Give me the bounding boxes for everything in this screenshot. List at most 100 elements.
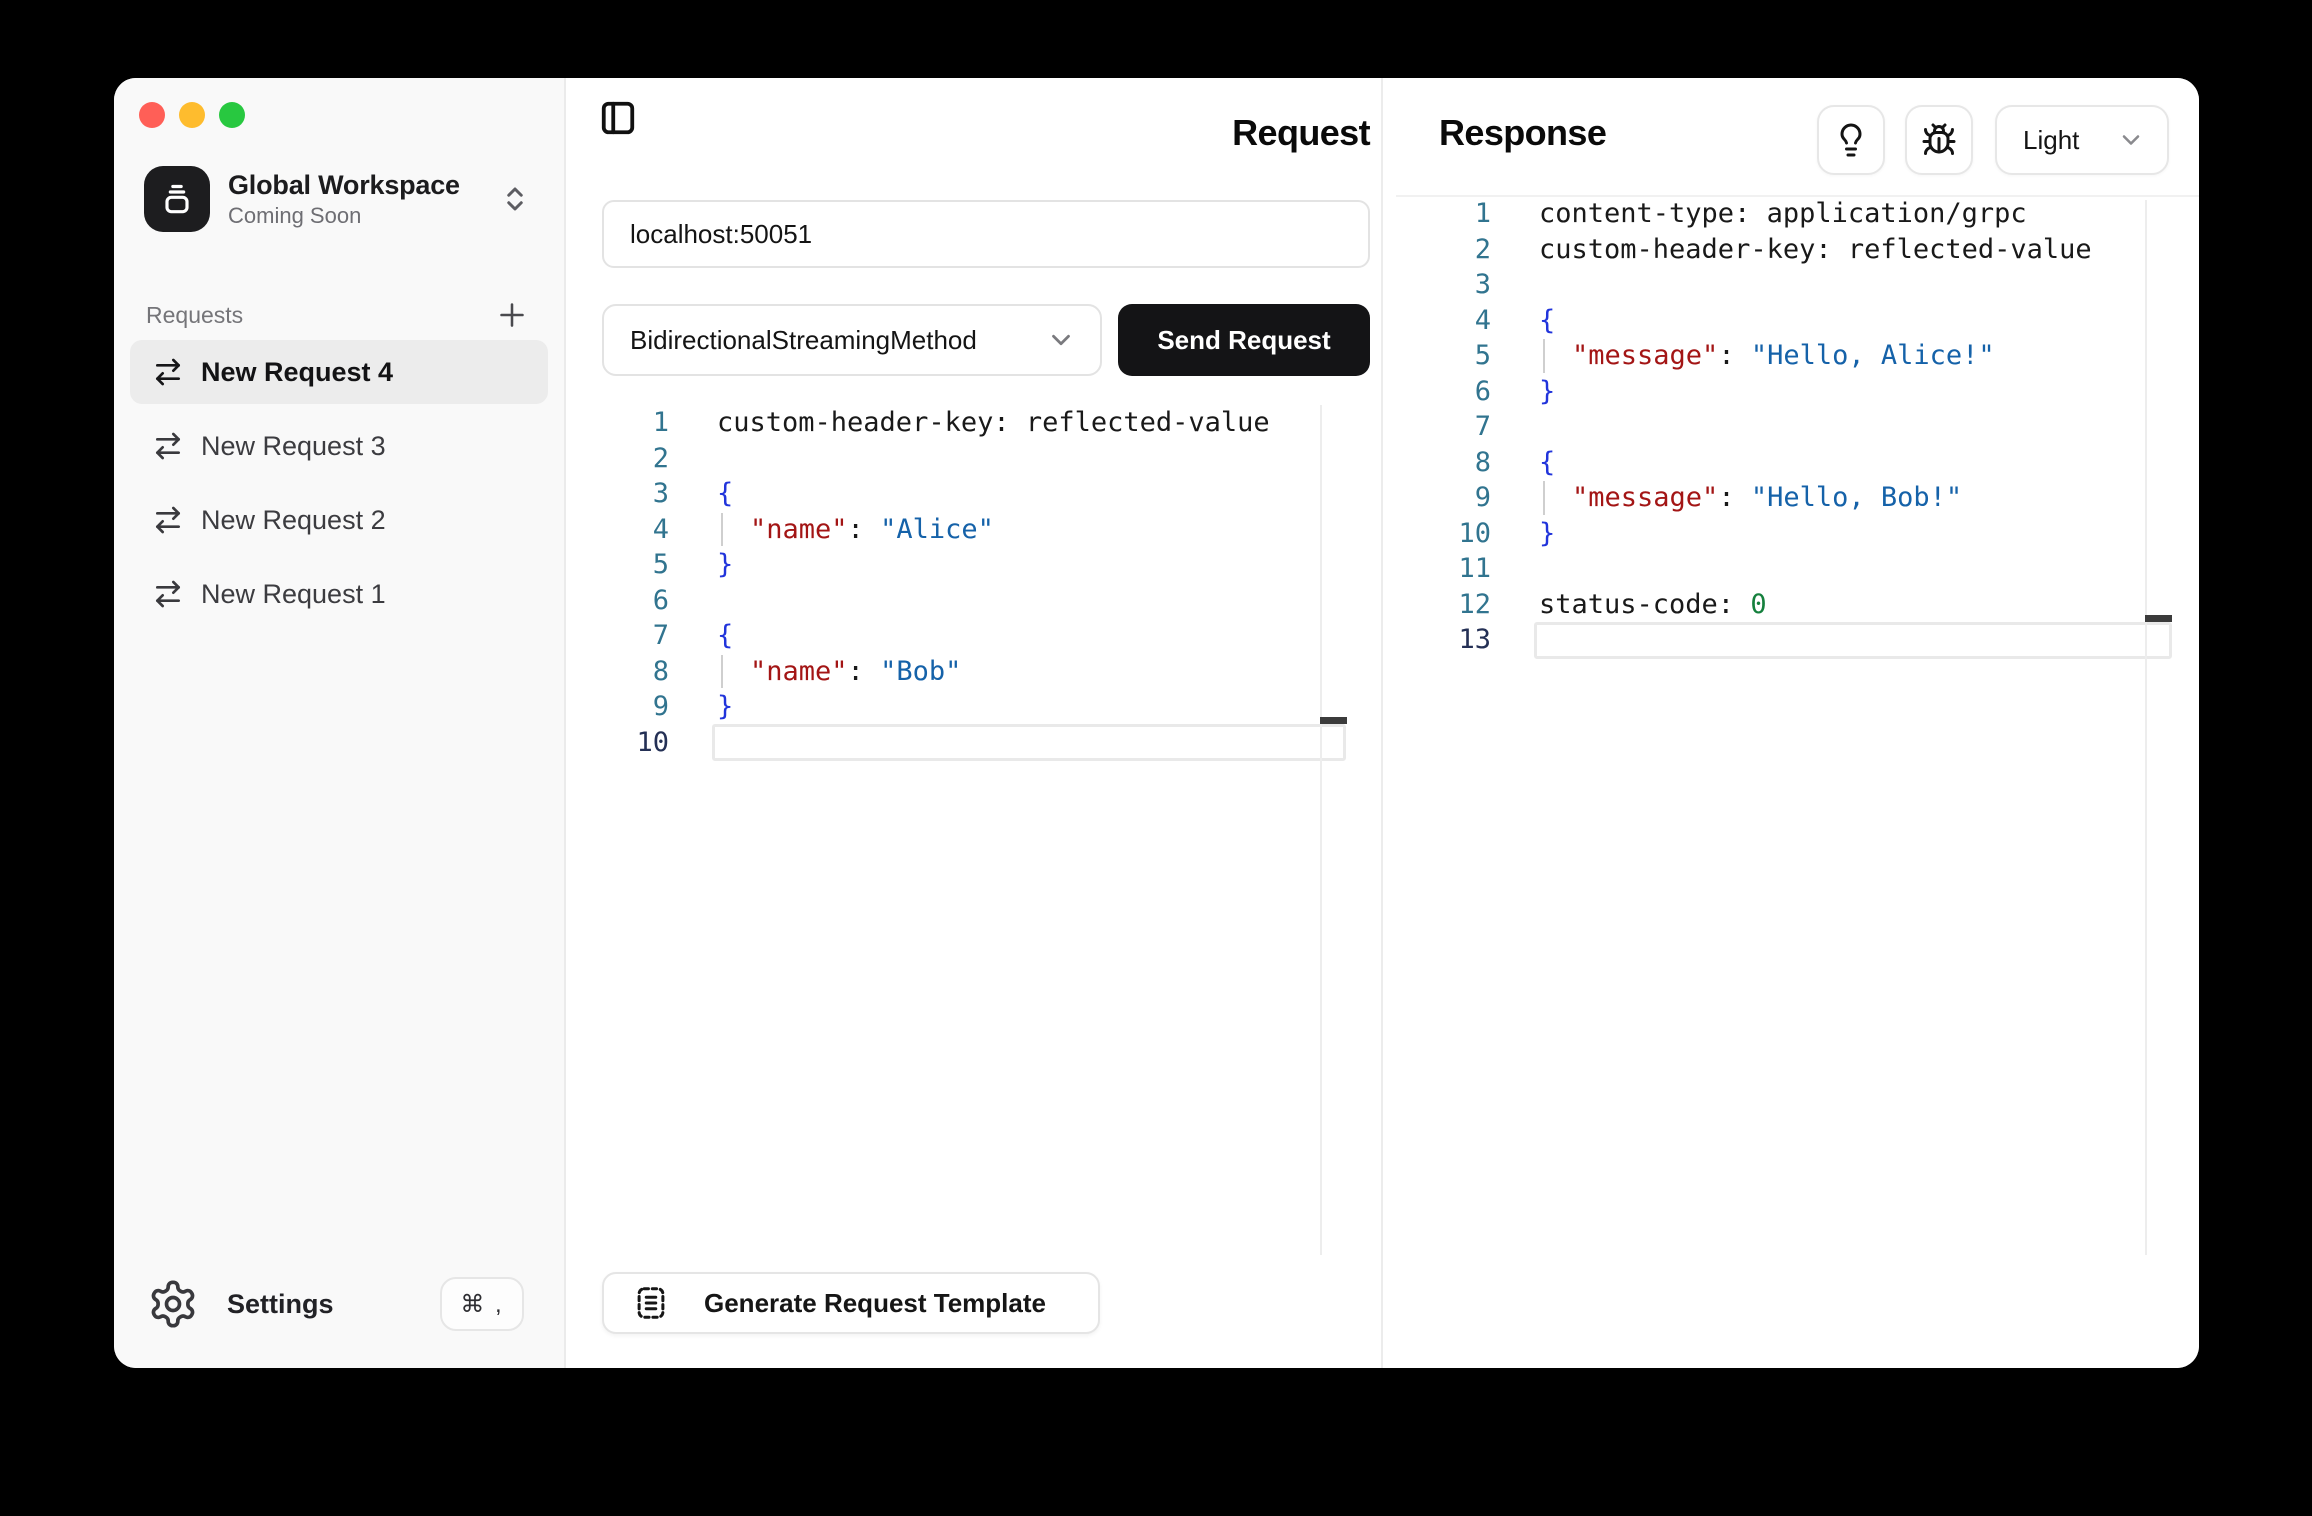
line-number: 2	[574, 441, 669, 477]
code-line[interactable]: 4"name": "Alice"	[574, 512, 1270, 548]
response-editor[interactable]: 1content-type: application/grpc2custom-h…	[1396, 196, 2092, 658]
code-line[interactable]: 7	[1396, 409, 2092, 445]
indent-guide	[721, 513, 723, 547]
line-number: 9	[574, 689, 669, 725]
method-select[interactable]: BidirectionalStreamingMethod	[602, 304, 1102, 376]
code-line-content: {	[669, 618, 733, 654]
line-number: 4	[574, 512, 669, 548]
code-line-content: {	[1491, 445, 1555, 481]
settings-button[interactable]: Settings ⌘ ,	[145, 1274, 524, 1334]
sidebar: Global Workspace Coming Soon Requests Ne…	[114, 78, 566, 1368]
line-number: 7	[1396, 409, 1491, 445]
bug-icon	[1921, 122, 1957, 158]
hints-button[interactable]	[1817, 105, 1885, 175]
minimize-window-button[interactable]	[179, 102, 205, 128]
settings-label: Settings	[227, 1289, 440, 1320]
workspace-switcher[interactable]: Global Workspace Coming Soon	[144, 164, 544, 234]
sidebar-item-request-3[interactable]: New Request 2	[130, 488, 548, 552]
code-line-content	[669, 725, 717, 761]
send-request-button[interactable]: Send Request	[1118, 304, 1370, 376]
add-request-button[interactable]	[492, 295, 532, 335]
code-line[interactable]: 6}	[1396, 374, 2092, 410]
code-line[interactable]: 9}	[574, 689, 1270, 725]
arrows-right-left-icon	[152, 356, 184, 388]
code-line-content	[1491, 551, 1539, 587]
request-list: New Request 4 New Request 3 New Request 2 N…	[130, 340, 548, 636]
request-item-label: New Request 1	[201, 579, 386, 610]
toggle-sidebar-button[interactable]	[596, 96, 640, 140]
workspace-icon	[144, 166, 210, 232]
line-number: 6	[574, 583, 669, 619]
close-window-button[interactable]	[139, 102, 165, 128]
window-controls	[139, 102, 245, 128]
server-url-input[interactable]: localhost:50051	[602, 200, 1370, 268]
line-number: 7	[574, 618, 669, 654]
code-line[interactable]: 5}	[574, 547, 1270, 583]
chevron-up-down-icon	[500, 182, 530, 216]
line-number: 11	[1396, 551, 1491, 587]
code-line[interactable]: 12status-code: 0	[1396, 587, 2092, 623]
line-number: 5	[1396, 338, 1491, 374]
line-number: 1	[1396, 196, 1491, 232]
code-line-content: status-code: 0	[1491, 587, 1767, 623]
line-number: 12	[1396, 587, 1491, 623]
code-line[interactable]: 5"message": "Hello, Alice!"	[1396, 338, 2092, 374]
code-line-content: {	[669, 476, 733, 512]
theme-select-value: Light	[2023, 125, 2079, 156]
generate-template-button[interactable]: Generate Request Template	[602, 1272, 1100, 1334]
code-line[interactable]: 8"name": "Bob"	[574, 654, 1270, 690]
code-line[interactable]: 10}	[1396, 516, 2092, 552]
request-panel-title: Request	[1232, 112, 1370, 154]
code-line[interactable]: 13	[1396, 622, 2092, 658]
code-line-content: {	[1491, 303, 1555, 339]
code-line[interactable]: 2custom-header-key: reflected-value	[1396, 232, 2092, 268]
line-number: 8	[1396, 445, 1491, 481]
sidebar-item-request-2[interactable]: New Request 3	[130, 414, 548, 478]
method-select-value: BidirectionalStreamingMethod	[630, 325, 977, 356]
response-editor-scrollbar[interactable]	[2145, 615, 2172, 622]
code-line-content	[1491, 622, 1539, 658]
code-line-content: "message": "Hello, Bob!"	[1491, 480, 1962, 516]
line-number: 10	[1396, 516, 1491, 552]
arrows-right-left-icon	[152, 430, 184, 462]
code-line[interactable]: 11	[1396, 551, 2092, 587]
debug-button[interactable]	[1905, 105, 1973, 175]
code-line[interactable]: 4{	[1396, 303, 2092, 339]
code-line-content: "name": "Alice"	[669, 512, 994, 548]
request-item-label: New Request 2	[201, 505, 386, 536]
line-number: 13	[1396, 622, 1491, 658]
request-editor[interactable]: 1custom-header-key: reflected-value23{4"…	[574, 405, 1270, 760]
line-number: 3	[574, 476, 669, 512]
template-icon	[632, 1284, 670, 1322]
code-line[interactable]: 7{	[574, 618, 1270, 654]
code-line[interactable]: 8{	[1396, 445, 2092, 481]
chevron-down-icon	[2117, 126, 2145, 154]
code-line[interactable]: 3	[1396, 267, 2092, 303]
sidebar-item-request-4[interactable]: New Request 1	[130, 562, 548, 626]
zoom-window-button[interactable]	[219, 102, 245, 128]
theme-select[interactable]: Light	[1995, 105, 2169, 175]
code-line[interactable]: 3{	[574, 476, 1270, 512]
line-number: 6	[1396, 374, 1491, 410]
sidebar-item-request-1[interactable]: New Request 4	[130, 340, 548, 404]
line-number: 5	[574, 547, 669, 583]
code-line[interactable]: 6	[574, 583, 1270, 619]
code-line[interactable]: 1custom-header-key: reflected-value	[574, 405, 1270, 441]
code-line-content: }	[1491, 374, 1555, 410]
code-line-content	[1491, 409, 1539, 445]
line-number: 3	[1396, 267, 1491, 303]
code-line-content: custom-header-key: reflected-value	[1491, 232, 2092, 268]
code-line-content: }	[1491, 516, 1555, 552]
indent-guide	[721, 655, 723, 689]
request-editor-scrollbar[interactable]	[1320, 717, 1347, 724]
line-number: 1	[574, 405, 669, 441]
code-line[interactable]: 2	[574, 441, 1270, 477]
workspace-subtitle: Coming Soon	[228, 203, 482, 229]
gear-icon	[145, 1278, 201, 1330]
code-line[interactable]: 1content-type: application/grpc	[1396, 196, 2092, 232]
code-line-content: "message": "Hello, Alice!"	[1491, 338, 1995, 374]
code-line[interactable]: 9"message": "Hello, Bob!"	[1396, 480, 2092, 516]
code-line[interactable]: 10	[574, 725, 1270, 761]
workspace-title: Global Workspace	[228, 170, 482, 201]
response-panel-title: Response	[1439, 112, 1606, 154]
